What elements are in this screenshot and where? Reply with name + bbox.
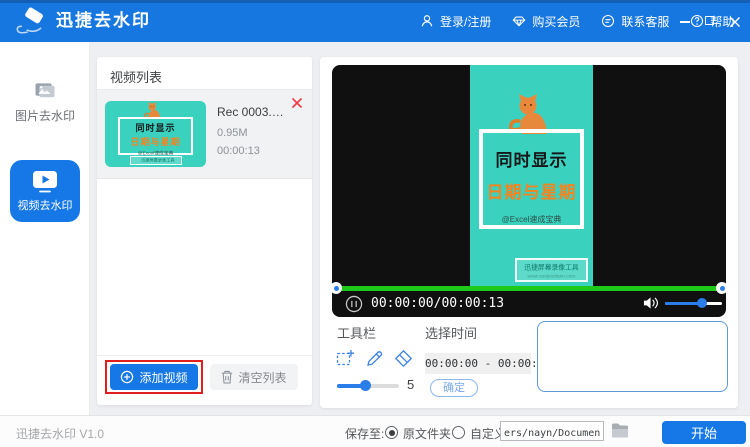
image-icon — [33, 82, 57, 101]
video-credit: @Excel速成宝典 — [483, 214, 580, 225]
watermark-region-preview-box — [537, 321, 728, 392]
video-list-item[interactable]: 同时显示 日期与星期 @Excel速成宝典 迅捷屏幕录像工具 Rec 0003.… — [97, 90, 312, 179]
video-icon — [32, 170, 58, 193]
save-to-label: 保存至: — [345, 425, 384, 442]
login-register-link[interactable]: 登录/注册 — [420, 13, 491, 30]
save-path-input[interactable] — [500, 421, 604, 441]
brush-tool-button[interactable] — [365, 349, 384, 368]
app-logo-eraser-icon — [13, 7, 49, 36]
pencil-icon — [365, 349, 384, 368]
video-text-line2: 日期与星期 — [483, 178, 580, 203]
divider — [97, 355, 312, 356]
video-text-frame: 同时显示 日期与星期 @Excel速成宝典 — [479, 129, 584, 229]
radio-custom-folder[interactable] — [452, 426, 465, 439]
sidebar-item-image-watermark[interactable]: 图片去水印 — [0, 82, 90, 124]
eraser-tool-button[interactable] — [394, 349, 413, 368]
folder-icon — [611, 423, 629, 438]
remove-video-button[interactable] — [291, 96, 303, 108]
browse-folder-button[interactable] — [611, 423, 629, 438]
video-frame: 同时显示 日期与星期 @Excel速成宝典 迅捷屏幕录像工具 www.xunji… — [470, 65, 593, 286]
radio-original-folder-label: 原文件夹 — [403, 425, 451, 442]
video-list-title: 视频列表 — [110, 67, 162, 86]
brush-size-value: 5 — [407, 377, 414, 392]
brush-size-slider-handle[interactable] — [360, 380, 371, 391]
video-item-filesize: 0.95M — [217, 127, 248, 139]
sidebar: 图片去水印 视频去水印 — [0, 42, 90, 415]
header-bar: 迅捷去水印 登录/注册 购买会员 — [0, 0, 750, 42]
pause-icon — [345, 295, 363, 313]
thumbnail-text-line2: 日期与星期 — [120, 135, 191, 148]
app-title: 迅捷去水印 — [56, 0, 151, 42]
buy-membership-label: 购买会员 — [532, 13, 580, 30]
selection-rect-icon — [336, 349, 355, 368]
add-video-label: 添加视频 — [139, 369, 187, 386]
volume-slider-handle[interactable] — [697, 298, 707, 308]
thumbnail-watermark: 迅捷屏幕录像工具 — [130, 156, 182, 165]
video-item-duration: 00:00:13 — [217, 145, 260, 157]
video-player: 同时显示 日期与星期 @Excel速成宝典 迅捷屏幕录像工具 www.xunji… — [332, 65, 726, 317]
handle-dot — [334, 286, 339, 291]
window-controls — [679, 0, 741, 42]
minimize-button[interactable] — [679, 15, 691, 27]
video-thumbnail: 同时显示 日期与星期 @Excel速成宝典 迅捷屏幕录像工具 — [105, 101, 206, 167]
handle-dot — [720, 286, 725, 291]
clear-list-button[interactable]: 清空列表 — [210, 364, 298, 390]
contact-support-link[interactable]: 联系客服 — [601, 13, 669, 30]
buy-membership-link[interactable]: 购买会员 — [512, 13, 580, 30]
login-register-label: 登录/注册 — [440, 13, 491, 30]
vip-diamond-icon — [512, 14, 526, 28]
start-button[interactable]: 开始 — [662, 421, 746, 444]
minimize-icon — [680, 21, 690, 23]
video-item-filename: Rec 0003.… — [217, 105, 284, 119]
thumbnail-text-line1: 同时显示 — [120, 121, 191, 134]
app-window: 迅捷去水印 登录/注册 购买会员 — [0, 0, 750, 447]
chat-support-icon — [601, 14, 615, 28]
volume-icon[interactable] — [643, 296, 660, 310]
thumbnail-text-frame: 同时显示 日期与星期 @Excel速成宝典 — [118, 117, 193, 155]
radio-selected-dot — [389, 430, 395, 436]
close-icon — [729, 16, 741, 28]
eraser-icon — [394, 349, 413, 368]
video-list-panel: 视频列表 同时显示 日期与星期 @Excel速成宝 — [97, 57, 312, 405]
video-text-line1: 同时显示 — [483, 146, 580, 171]
player-controls: 00:00:00/00:00:13 — [332, 291, 726, 317]
user-icon — [420, 14, 434, 28]
maximize-button[interactable] — [704, 15, 716, 27]
trash-icon — [221, 370, 233, 384]
footer-bar: 迅捷去水印 V1.0 保存至: 原文件夹 自定义 开始 — [0, 415, 750, 447]
select-time-label: 选择时间 — [425, 323, 477, 342]
app-version-label: 迅捷去水印 V1.0 — [16, 425, 104, 442]
preview-panel: 同时显示 日期与星期 @Excel速成宝典 迅捷屏幕录像工具 www.xunji… — [320, 57, 738, 408]
contact-support-label: 联系客服 — [621, 13, 669, 30]
video-watermark: 迅捷屏幕录像工具 www.xunjieshipin.com — [515, 258, 588, 282]
select-region-tool-button[interactable] — [336, 349, 355, 368]
time-range-display[interactable]: 00:00:00 - 00:00:14 — [425, 353, 531, 374]
sidebar-item-image-label: 图片去水印 — [0, 107, 90, 124]
add-video-button[interactable]: 添加视频 — [110, 364, 198, 390]
confirm-button[interactable]: 确定 — [430, 379, 478, 397]
pause-button[interactable] — [345, 295, 363, 313]
plus-circle-icon — [120, 370, 134, 384]
remove-x-icon — [291, 97, 303, 109]
radio-original-folder[interactable] — [385, 426, 398, 439]
close-button[interactable] — [729, 15, 741, 27]
sidebar-item-video-watermark[interactable]: 视频去水印 — [10, 160, 80, 222]
sidebar-item-video-label: 视频去水印 — [10, 197, 80, 213]
maximize-icon — [705, 16, 714, 25]
playback-time: 00:00:00/00:00:13 — [371, 296, 504, 311]
toolbar-label: 工具栏 — [337, 323, 376, 342]
clear-list-label: 清空列表 — [238, 369, 286, 386]
